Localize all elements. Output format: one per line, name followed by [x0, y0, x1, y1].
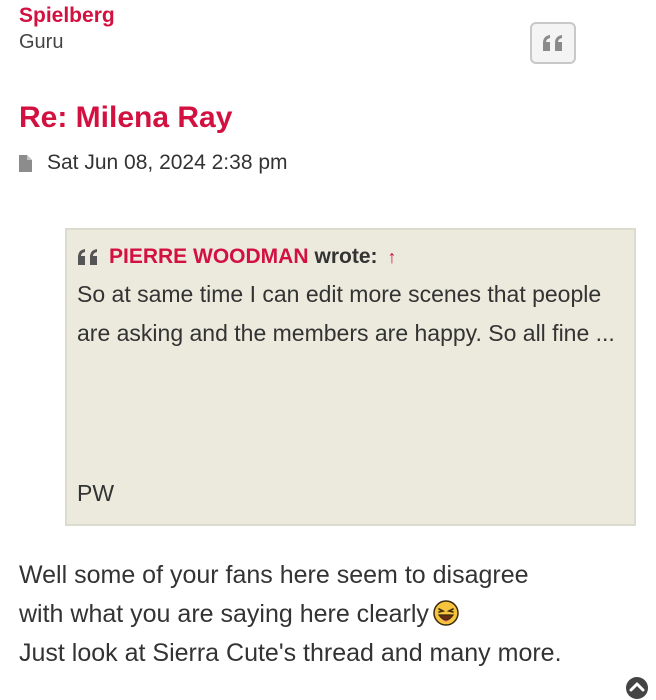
quote-block: PIERRE WOODMAN wrote: ↑ So at same time … — [65, 228, 636, 526]
post-body-line: with what you are saying here clearly — [19, 600, 429, 628]
quote-cite: PIERRE WOODMAN wrote: ↑ — [77, 242, 624, 272]
post-title: Re: Milena Ray — [19, 101, 233, 134]
post-date: Sat Jun 08, 2024 2:38 pm — [47, 151, 288, 174]
author-rank: Guru — [19, 31, 64, 53]
laughing-face-emoji-icon — [433, 600, 459, 626]
chevron-up-circle-icon[interactable] — [625, 676, 649, 700]
quote-author-link[interactable]: PIERRE WOODMAN — [109, 245, 309, 269]
quote-icon — [78, 249, 97, 265]
post-body: Well some of your fans here seem to disa… — [19, 556, 562, 673]
quote-icon — [543, 35, 562, 51]
view-quoted-post-arrow[interactable]: ↑ — [388, 247, 397, 268]
post-body-line-with-emoji: with what you are saying here clearly — [19, 595, 562, 634]
post-body-line: Well some of your fans here seem to disa… — [19, 561, 529, 589]
quote-button[interactable] — [530, 22, 576, 64]
author-name-link[interactable]: Spielberg — [19, 4, 115, 28]
quote-wrote-label: wrote: — [314, 245, 378, 268]
post-body-line: Just look at Sierra Cute's thread and ma… — [19, 639, 562, 667]
post-meta: Sat Jun 08, 2024 2:38 pm — [19, 151, 288, 175]
post-container: Spielberg Guru Re: Milena Ray Sat Jun 08… — [0, 0, 656, 700]
file-icon — [19, 154, 32, 172]
quote-signature: PW — [77, 480, 115, 506]
quote-text: So at same time I can edit more scenes t… — [77, 281, 615, 346]
